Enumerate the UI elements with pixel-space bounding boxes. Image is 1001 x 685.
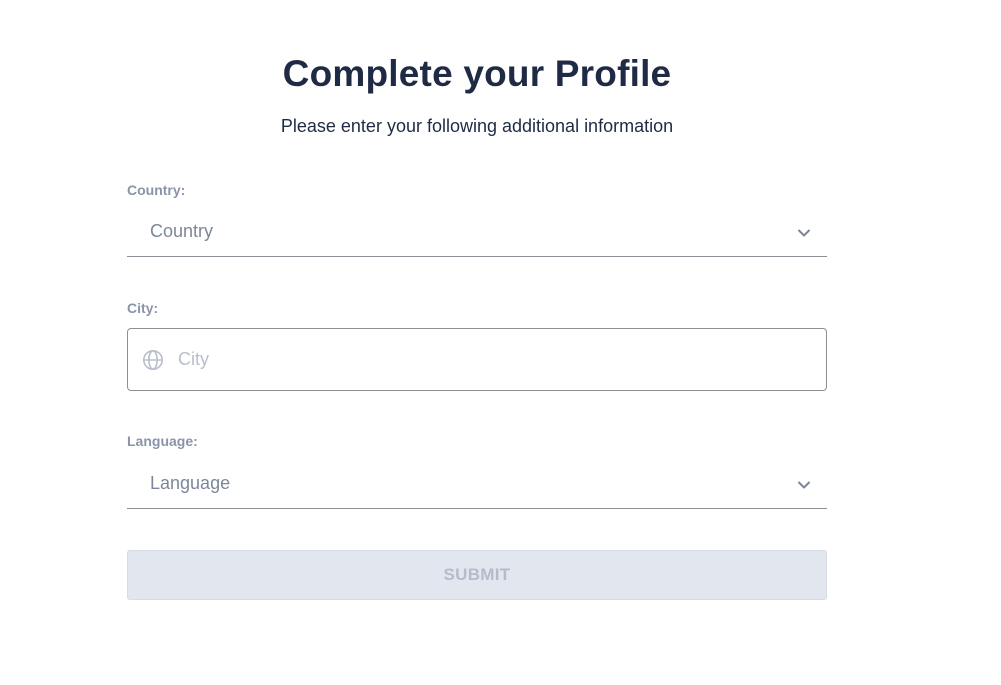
page-header: Complete your Profile Please enter your … [127,50,827,137]
city-label: City: [127,300,159,316]
page-subtitle: Please enter your following additional i… [280,116,674,136]
complete-profile-page: Complete your Profile Please enter your … [0,0,1001,685]
language-select-value: Language [150,473,231,493]
page-title: Complete your Profile [282,53,672,94]
globe-icon [143,350,163,370]
submit-button[interactable]: SUBMIT [127,550,827,600]
chevron-down-icon [798,229,810,237]
city-input[interactable] [178,329,808,390]
country-select[interactable]: Country [127,209,827,257]
language-select[interactable]: Language [127,461,827,509]
chevron-down-icon [798,481,810,489]
language-label: Language: [127,433,198,449]
country-select-value: Country [150,221,214,241]
country-label: Country: [127,182,186,198]
city-field[interactable] [127,328,827,391]
